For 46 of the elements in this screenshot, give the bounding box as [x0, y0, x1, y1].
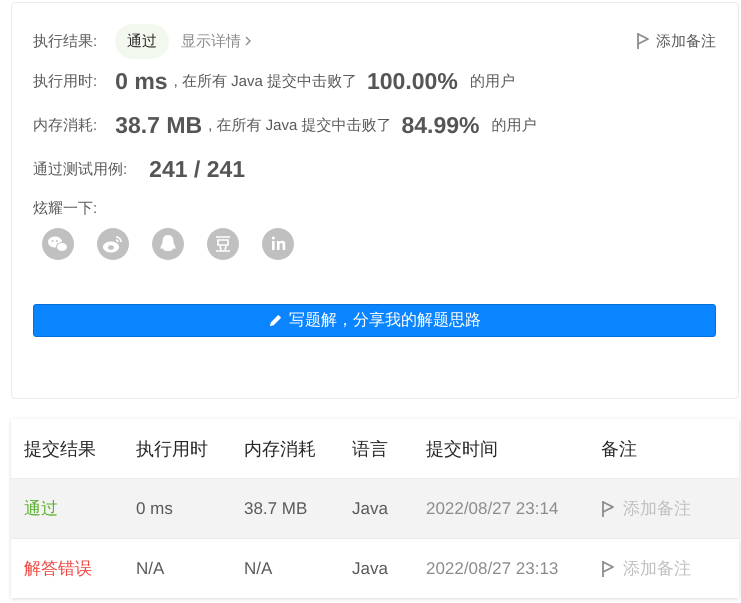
stat-text: , 在所有 Java 提交中击败了 [208, 116, 392, 134]
stat-suffix: 的用户 [470, 72, 515, 90]
add-note-button[interactable]: 添加备注 [636, 32, 716, 50]
column-header: 语言 [352, 438, 389, 460]
time-cell-text: 2022/08/27 23:13 [426, 558, 560, 578]
column-header: 内存消耗 [244, 438, 317, 460]
column-header: 提交结果 [24, 438, 97, 460]
stat-label: 执行用时: [33, 72, 98, 90]
flag-icon [601, 560, 615, 578]
stat-percent: 100.00% [366, 68, 458, 94]
stat-text: , 在所有 Java 提交中击败了 [174, 72, 357, 90]
flag-icon [601, 500, 615, 518]
result-cell-text: 通过 [24, 498, 59, 520]
stat-value: 38.7 MB [115, 112, 202, 138]
pencil-icon [268, 313, 283, 328]
stat-percent: 84.99% [401, 112, 480, 138]
wechat-icon[interactable] [42, 228, 74, 260]
tests-value: 241 / 241 [149, 156, 246, 182]
time-cell-text: 2022/08/27 23:14 [426, 498, 560, 518]
result-label: 执行结果: [33, 32, 98, 50]
column-header: 执行用时 [136, 438, 209, 460]
add-note-button[interactable]: 添加备注 [601, 557, 739, 580]
flag-icon [636, 32, 650, 50]
result-cell-text: 解答错误 [24, 558, 93, 580]
memory-cell-text: N/A [244, 558, 274, 578]
share-label: 炫耀一下: [33, 200, 98, 217]
stat-suffix: 的用户 [491, 116, 536, 134]
memory-cell-text: 38.7 MB [244, 498, 308, 518]
runtime-cell-text: N/A [136, 558, 166, 578]
linkedin-icon[interactable] [262, 228, 294, 260]
chevron-icon [245, 36, 252, 46]
weibo-icon[interactable] [97, 228, 129, 260]
write-solution-button[interactable]: 写题解，分享我的解题思路 [33, 304, 716, 337]
details-link[interactable]: 显示详情 [181, 32, 252, 50]
tests-label: 通过测试用例: [33, 160, 128, 178]
stat-label: 内存消耗: [33, 116, 98, 134]
column-header: 提交时间 [426, 438, 499, 460]
qq-icon[interactable] [152, 228, 184, 260]
language-cell-text: Java [352, 558, 389, 578]
submission-row[interactable]: 解答错误 N/A N/A Java 2022/08/27 23:13 添加备注 [11, 538, 739, 598]
column-header: 备注 [601, 438, 638, 460]
language-cell-text: Java [352, 498, 389, 518]
douban-icon[interactable] [207, 228, 239, 260]
status-badge: 通过 [115, 24, 170, 58]
stat-value: 0 ms [115, 68, 168, 94]
runtime-cell-text: 0 ms [136, 498, 174, 518]
